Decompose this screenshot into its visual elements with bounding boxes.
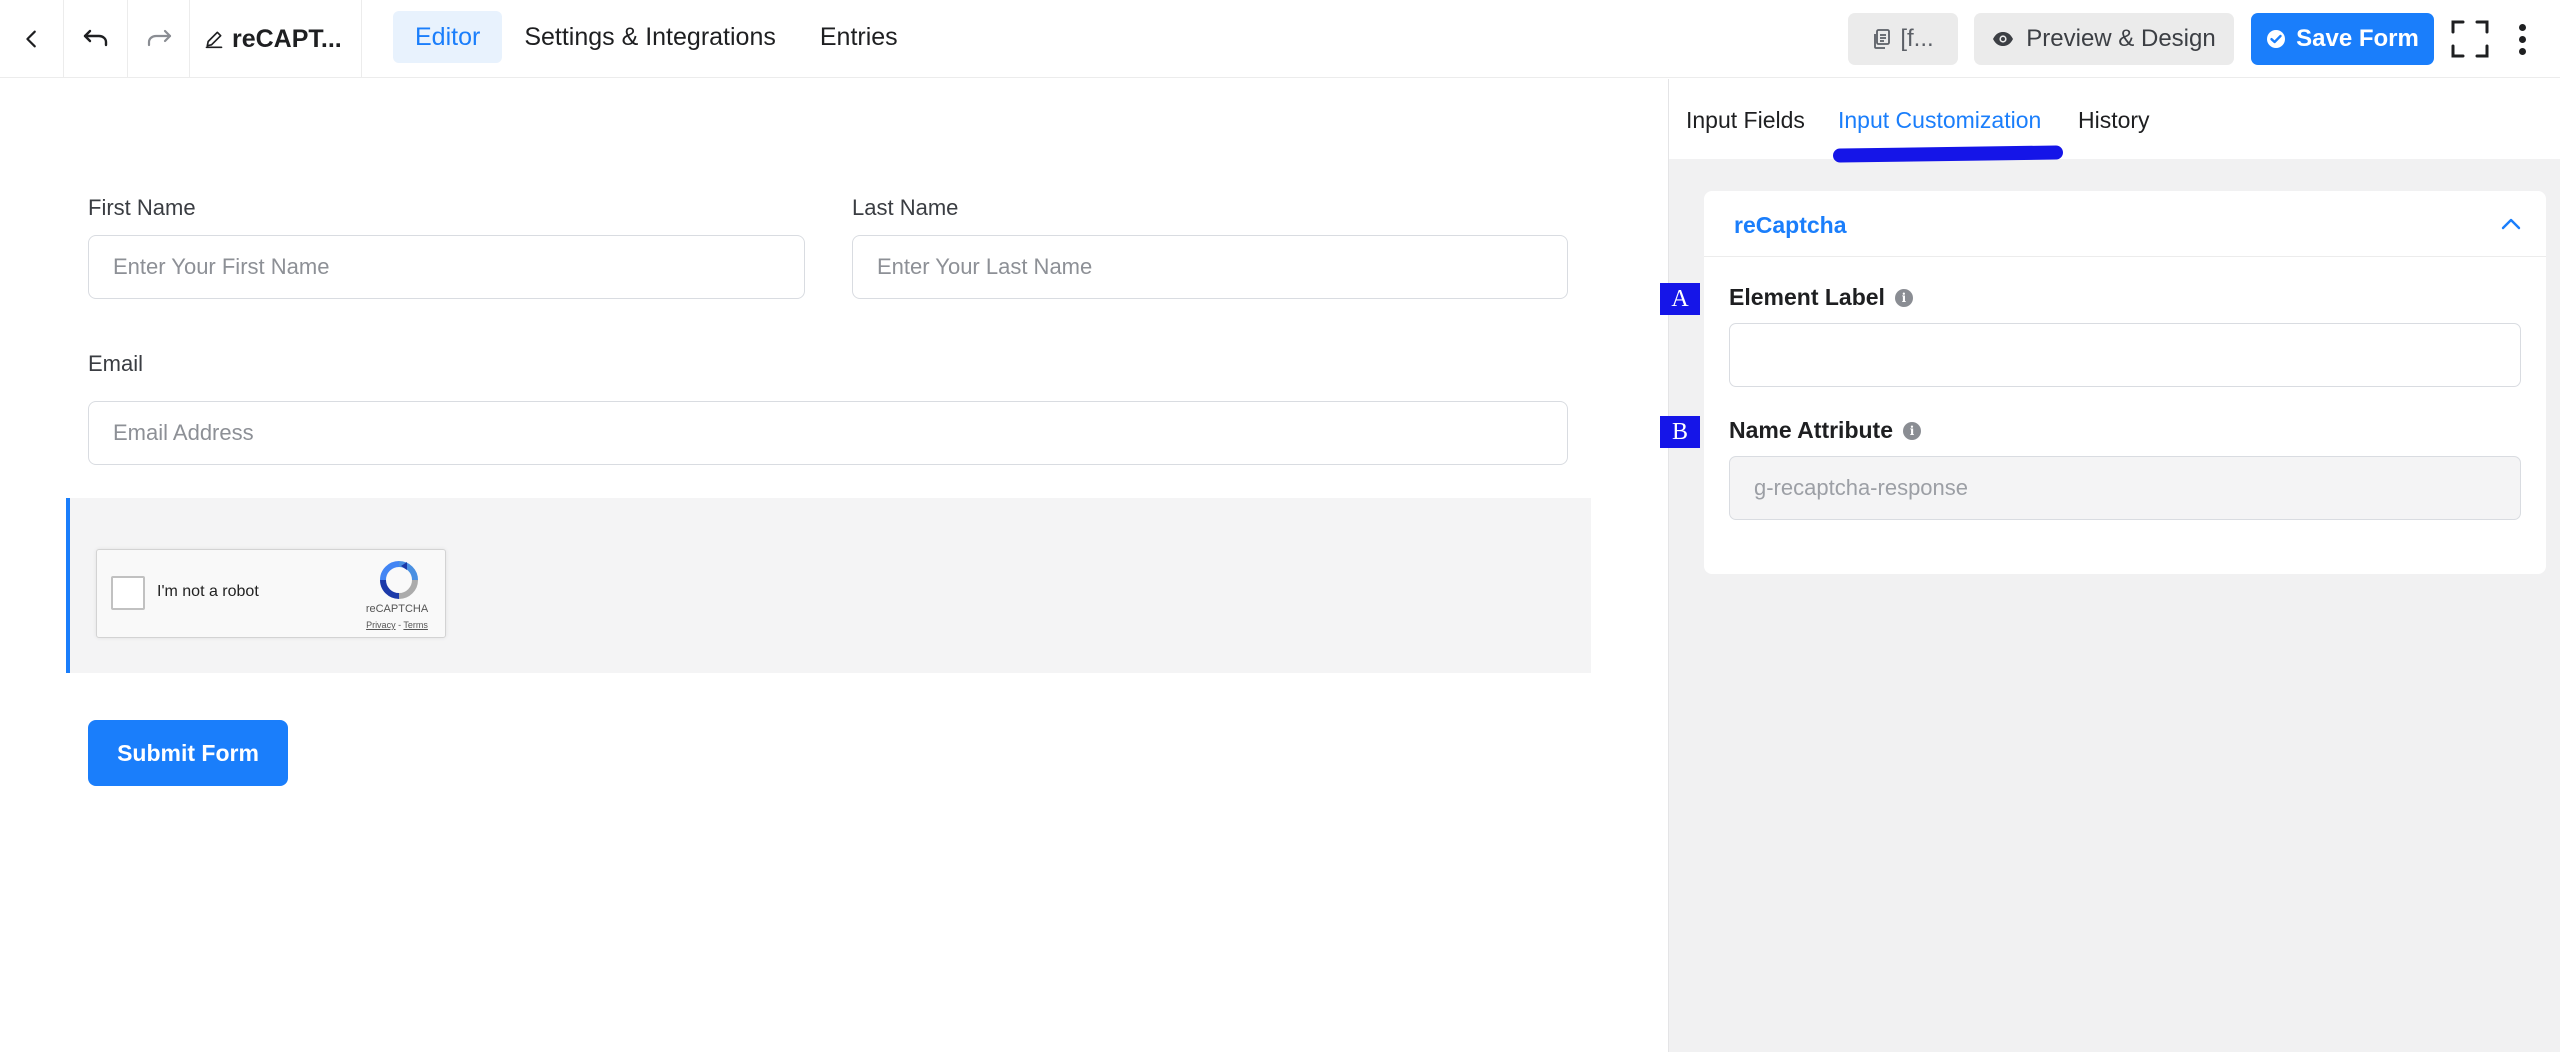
recaptcha-privacy-link[interactable]: Privacy — [366, 620, 396, 630]
tab-history[interactable]: History — [2078, 107, 2150, 134]
save-form-label: Save Form — [2296, 25, 2419, 52]
recaptcha-section-title: reCaptcha — [1734, 212, 1847, 238]
preview-design-label: Preview & Design — [2026, 25, 2216, 52]
marker-b: B — [1660, 416, 1700, 448]
copy-icon — [1874, 29, 1891, 49]
undo-button[interactable] — [64, 0, 128, 78]
tab-settings-integrations[interactable]: Settings & Integrations — [502, 11, 798, 63]
form-title-text: reCAPT... — [232, 24, 342, 53]
recaptcha-widget: I'm not a robot reCAPTCHA Privacy - Term… — [96, 549, 446, 638]
recaptcha-checkbox-text: I'm not a robot — [157, 583, 259, 600]
info-icon[interactable]: i — [1894, 288, 1913, 307]
form-title[interactable]: reCAPT... — [190, 0, 362, 78]
pencil-icon — [205, 31, 223, 49]
shortcode-text: [f... — [1900, 25, 1934, 52]
element-label-input[interactable] — [1729, 323, 2521, 387]
redo-icon — [147, 29, 171, 47]
last-name-label: Last Name — [852, 195, 959, 220]
first-name-label: First Name — [88, 195, 196, 220]
name-attribute-text: Name Attribute — [1729, 417, 1893, 443]
last-name-input[interactable]: Enter Your Last Name — [852, 235, 1568, 299]
recaptcha-checkbox[interactable] — [111, 576, 145, 610]
info-icon[interactable]: i — [1903, 421, 1921, 440]
main-nav-tabs: Editor Settings & Integrations Entries — [393, 11, 920, 63]
recaptcha-field-selected[interactable]: I'm not a robot reCAPTCHA Privacy - Term… — [66, 498, 1591, 673]
redo-button[interactable] — [128, 0, 190, 78]
recaptcha-logo-icon — [380, 561, 418, 599]
element-label-text: Element Label — [1729, 284, 1885, 310]
undo-icon — [83, 29, 107, 47]
tab-editor[interactable]: Editor — [393, 11, 503, 63]
submit-form-button[interactable]: Submit Form — [88, 720, 288, 786]
settings-panel: Input Fields Input Customization History… — [1668, 79, 2560, 1052]
preview-design-button[interactable]: Preview & Design — [1974, 13, 2234, 65]
panel-tabs: Input Fields Input Customization History — [1669, 79, 2560, 163]
shortcode-button[interactable]: [f... — [1848, 13, 1958, 65]
recaptcha-section-header[interactable]: reCaptcha — [1704, 191, 2546, 257]
save-form-button[interactable]: Save Form — [2251, 13, 2434, 65]
more-options-icon[interactable] — [2510, 19, 2534, 59]
tab-input-customization[interactable]: Input Customization — [1838, 107, 2041, 134]
recaptcha-terms-link[interactable]: Terms — [403, 620, 428, 630]
name-attribute-heading: Name Attribute i — [1729, 417, 1921, 444]
active-tab-highlight — [1832, 145, 2064, 163]
form-editor-canvas: First Name Enter Your First Name Last Na… — [0, 79, 1668, 1052]
marker-a: A — [1660, 283, 1700, 315]
element-label-heading: Element Label i — [1729, 284, 1913, 311]
eye-icon — [1993, 32, 2014, 46]
email-input[interactable]: Email Address — [88, 401, 1568, 465]
first-name-input[interactable]: Enter Your First Name — [88, 235, 805, 299]
check-circle-icon — [2267, 30, 2286, 48]
chevron-up-icon — [2501, 218, 2521, 230]
fullscreen-icon[interactable] — [2450, 19, 2490, 59]
tab-input-fields[interactable]: Input Fields — [1686, 107, 1805, 134]
email-label: Email — [88, 351, 144, 376]
recaptcha-settings-card: reCaptcha Element Label i Name Attribute… — [1704, 191, 2546, 574]
name-attribute-input[interactable]: g-recaptcha-response — [1729, 456, 2521, 520]
tab-entries[interactable]: Entries — [798, 11, 920, 63]
back-button[interactable] — [0, 0, 64, 78]
recaptcha-links: Privacy - Terms — [355, 620, 439, 630]
top-toolbar: reCAPT... Editor Settings & Integrations… — [0, 0, 2560, 78]
recaptcha-brand: reCAPTCHA — [365, 603, 429, 615]
chevron-left-icon — [25, 30, 36, 48]
